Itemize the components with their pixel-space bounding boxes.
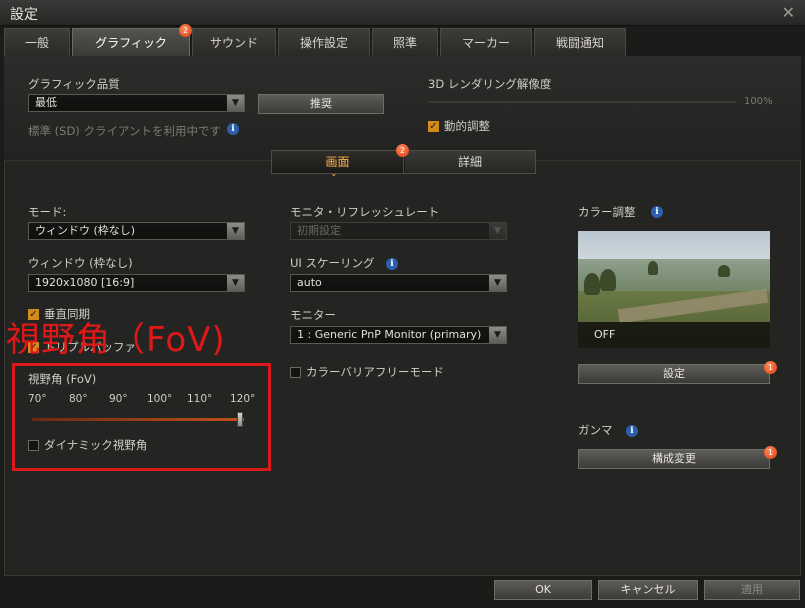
tab-battle-notifications[interactable]: 戦闘通知 bbox=[534, 28, 626, 56]
fov-annotation-text: 視野角（FoV) bbox=[6, 320, 226, 360]
render-resolution-slider[interactable] bbox=[428, 101, 736, 103]
color-preview-status: OFF bbox=[594, 328, 616, 341]
fov-tick: 120° bbox=[230, 393, 256, 405]
chevron-down-icon: ▼ bbox=[227, 95, 244, 111]
fov-label: 視野角 (FoV) bbox=[28, 372, 97, 386]
colorblind-checkbox[interactable] bbox=[290, 367, 301, 378]
chevron-down-icon: ⌄ bbox=[330, 169, 338, 179]
color-preview-image: OFF bbox=[578, 231, 770, 348]
apply-button[interactable]: 適用 bbox=[704, 580, 800, 600]
cancel-button[interactable]: キャンセル bbox=[598, 580, 698, 600]
info-icon[interactable]: i bbox=[651, 206, 663, 218]
tab-aim[interactable]: 照準 bbox=[372, 28, 438, 56]
recommend-button[interactable]: 推奨 bbox=[258, 94, 384, 114]
window-titlebar: 設定 ✕ bbox=[0, 0, 805, 26]
segment-detail[interactable]: 詳細 bbox=[405, 151, 535, 173]
chevron-down-icon: ▼ bbox=[489, 327, 506, 343]
chevron-down-icon: ▼ bbox=[227, 223, 244, 239]
tab-label: 操作設定 bbox=[299, 36, 348, 50]
chevron-down-icon: ▼ bbox=[227, 275, 244, 291]
fov-slider-track[interactable] bbox=[32, 418, 244, 421]
monitor-select[interactable]: 1 : Generic PnP Monitor (primary) ▼ bbox=[290, 326, 507, 344]
gamma-config-button[interactable]: 構成変更 bbox=[578, 449, 770, 469]
ui-scaling-label: UI スケーリング bbox=[290, 256, 375, 270]
sd-client-note: 標準 (SD) クライアントを利用中です bbox=[28, 124, 221, 138]
info-icon[interactable]: i bbox=[227, 123, 239, 135]
resolution-select[interactable]: 1920x1080 [16:9] ▼ bbox=[28, 274, 245, 292]
chevron-down-icon: ▼ bbox=[489, 275, 506, 291]
resolution-value: 1920x1080 [16:9] bbox=[35, 276, 135, 289]
dynamic-adjust-checkbox[interactable]: ✓ bbox=[428, 121, 439, 132]
ok-button[interactable]: OK bbox=[494, 580, 592, 600]
segment-detail-label: 詳細 bbox=[457, 155, 482, 169]
refresh-rate-select: 初期設定 ▼ bbox=[290, 222, 507, 240]
fov-tick: 70° bbox=[28, 393, 47, 405]
chevron-down-icon: ▼ bbox=[489, 223, 506, 239]
fov-tick: 110° bbox=[187, 393, 213, 405]
render-resolution-label: 3D レンダリング解像度 bbox=[428, 77, 552, 91]
colorblind-label: カラーバリアフリーモード bbox=[306, 365, 444, 379]
tab-label: グラフィック bbox=[95, 36, 167, 50]
color-settings-button[interactable]: 設定 bbox=[578, 364, 770, 384]
graphics-quality-label: グラフィック品質 bbox=[28, 77, 120, 91]
ui-scaling-select[interactable]: auto ▼ bbox=[290, 274, 507, 292]
tab-label: 照準 bbox=[392, 36, 417, 50]
segment-screen-label: 画面 bbox=[325, 155, 350, 169]
refresh-rate-value: 初期設定 bbox=[297, 224, 341, 237]
window-size-label: ウィンドウ (枠なし) bbox=[28, 256, 133, 270]
window-title: 設定 bbox=[10, 7, 38, 23]
refresh-rate-label: モニタ・リフレッシュレート bbox=[290, 205, 440, 219]
graphics-quality-select[interactable]: 最低 ▼ bbox=[28, 94, 245, 112]
fov-tick: 80° bbox=[69, 393, 88, 405]
render-resolution-value: 100% bbox=[744, 96, 773, 107]
ui-scaling-value: auto bbox=[297, 276, 322, 289]
mode-select[interactable]: ウィンドウ (枠なし) ▼ bbox=[28, 222, 245, 240]
monitor-label: モニター bbox=[290, 308, 336, 322]
fov-slider-handle[interactable] bbox=[237, 412, 243, 427]
monitor-value: 1 : Generic PnP Monitor (primary) bbox=[297, 328, 482, 341]
notification-badge: 2 bbox=[179, 24, 192, 37]
close-icon[interactable]: ✕ bbox=[782, 3, 795, 22]
dynamic-fov-checkbox[interactable] bbox=[28, 440, 39, 451]
mode-value: ウィンドウ (枠なし) bbox=[35, 224, 136, 237]
info-icon[interactable]: i bbox=[626, 425, 638, 437]
tab-label: マーカー bbox=[461, 36, 510, 50]
tab-sound[interactable]: サウンド bbox=[192, 28, 276, 56]
tab-label: サウンド bbox=[209, 36, 258, 50]
tab-general[interactable]: 一般 bbox=[4, 28, 70, 56]
fov-tick: 90° bbox=[109, 393, 128, 405]
notification-badge: 1 bbox=[764, 446, 777, 459]
gamma-label: ガンマ bbox=[578, 423, 613, 437]
dynamic-adjust-label: 動的調整 bbox=[444, 119, 490, 133]
dynamic-fov-label: ダイナミック視野角 bbox=[44, 438, 148, 452]
segment-screen[interactable]: 画面 bbox=[272, 151, 404, 173]
notification-badge: 1 bbox=[764, 361, 777, 374]
tab-controls[interactable]: 操作設定 bbox=[278, 28, 370, 56]
color-adjust-label: カラー調整 bbox=[578, 205, 636, 219]
settings-tabs: 一般 グラフィック 2 サウンド 操作設定 照準 マーカー 戦闘通知 bbox=[0, 24, 805, 56]
fov-tick: 100° bbox=[147, 393, 173, 405]
tab-label: 一般 bbox=[24, 36, 49, 50]
graphics-quality-value: 最低 bbox=[35, 96, 57, 109]
tab-label: 戦闘通知 bbox=[555, 36, 604, 50]
tab-markers[interactable]: マーカー bbox=[440, 28, 532, 56]
notification-badge: 2 bbox=[396, 144, 409, 157]
tab-graphics[interactable]: グラフィック 2 bbox=[72, 24, 192, 56]
info-icon[interactable]: i bbox=[386, 258, 398, 270]
mode-label: モード: bbox=[28, 205, 67, 219]
